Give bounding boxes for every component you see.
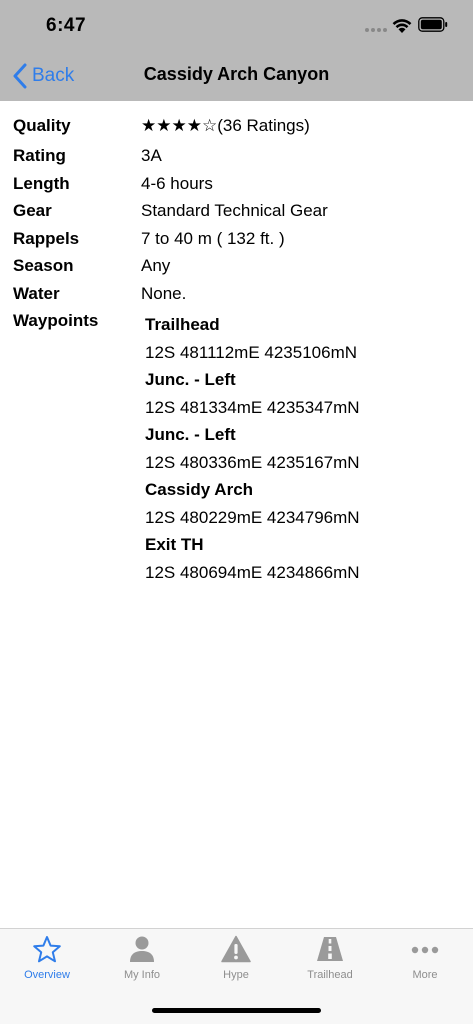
star-icon bbox=[33, 936, 61, 963]
tab-label: Overview bbox=[24, 969, 70, 981]
waypoint-coordinates: 12S 480336mE 4235167mN bbox=[145, 452, 360, 472]
tab-label: Trailhead bbox=[307, 969, 353, 981]
waypoint-name: Exit TH bbox=[145, 535, 204, 554]
detail-label: Quality bbox=[13, 116, 71, 135]
tab-label: Hype bbox=[223, 969, 249, 981]
tab-label: My Info bbox=[123, 969, 161, 981]
detail-row-gear: Gear Standard Technical Gear bbox=[0, 198, 473, 224]
detail-label: Rating bbox=[13, 146, 66, 165]
waypoint-name: Cassidy Arch bbox=[145, 480, 254, 499]
home-indicator bbox=[152, 1008, 321, 1013]
waypoint-list: Trailhead 12S 481112mE 4235106mN Junc. -… bbox=[145, 311, 465, 586]
waypoint-coordinates: 12S 480694mE 4234866mN bbox=[145, 562, 360, 582]
tab-more[interactable]: More bbox=[378, 935, 472, 991]
detail-row-quality: Quality ★★★★☆(36 Ratings) bbox=[0, 113, 473, 139]
waypoint-item: Trailhead 12S 481112mE 4235106mN bbox=[145, 311, 465, 366]
status-bar: 6:47 bbox=[0, 0, 473, 50]
waypoint-name: Junc. - Left bbox=[145, 370, 236, 389]
page-title: Cassidy Arch Canyon bbox=[143, 64, 330, 84]
navigation-bar: Back Cassidy Arch Canyon bbox=[0, 50, 473, 101]
tab-label: More bbox=[412, 969, 438, 981]
more-icon bbox=[411, 946, 439, 954]
header: 6:47 Back Cassidy Arch Canyon bbox=[0, 0, 473, 101]
detail-label: Gear bbox=[13, 201, 52, 220]
waypoint-item: Junc. - Left 12S 480336mE 4235167mN bbox=[145, 421, 465, 476]
detail-row-length: Length 4-6 hours bbox=[0, 171, 473, 197]
waypoint-coordinates: 12S 481334mE 4235347mN bbox=[145, 397, 360, 417]
waypoint-coordinates: 12S 481112mE 4235106mN bbox=[145, 342, 358, 362]
cellular-signal-icon bbox=[365, 28, 387, 32]
detail-label: Water bbox=[13, 284, 60, 303]
tab-hype[interactable]: Hype bbox=[189, 935, 283, 991]
detail-row-season: Season Any bbox=[0, 253, 473, 279]
waypoint-item: Cassidy Arch 12S 480229mE 4234796mN bbox=[145, 476, 465, 531]
tab-my-info[interactable]: My Info bbox=[95, 935, 189, 991]
detail-value: 7 to 40 m ( 132 ft. ) bbox=[141, 229, 285, 248]
detail-value: Any bbox=[141, 256, 171, 275]
waypoint-item: Exit TH 12S 480694mE 4234866mN bbox=[145, 531, 465, 586]
detail-value: 3A bbox=[141, 146, 162, 165]
tab-trailhead[interactable]: Trailhead bbox=[283, 935, 377, 991]
battery-icon bbox=[418, 17, 448, 32]
detail-label: Season bbox=[13, 256, 74, 275]
tab-overview[interactable]: Overview bbox=[0, 935, 94, 991]
detail-row-rappels: Rappels 7 to 40 m ( 132 ft. ) bbox=[0, 226, 473, 252]
waypoint-name: Trailhead bbox=[145, 315, 220, 334]
detail-label: Waypoints bbox=[13, 311, 99, 330]
quality-rating-value: ★★★★☆(36 Ratings) bbox=[141, 116, 310, 135]
detail-value: None. bbox=[141, 284, 187, 303]
wifi-icon bbox=[392, 19, 412, 33]
waypoint-name: Junc. - Left bbox=[145, 425, 236, 444]
detail-label: Length bbox=[13, 174, 70, 193]
detail-label: Rappels bbox=[13, 229, 80, 248]
detail-row-water: Water None. bbox=[0, 281, 473, 307]
detail-value: 4-6 hours bbox=[141, 174, 213, 193]
road-icon bbox=[317, 937, 343, 961]
waypoint-item: Junc. - Left 12S 481334mE 4235347mN bbox=[145, 366, 465, 421]
status-time: 6:47 bbox=[46, 15, 87, 36]
detail-row-rating: Rating 3A bbox=[0, 143, 473, 169]
detail-value: Standard Technical Gear bbox=[141, 201, 328, 220]
waypoint-coordinates: 12S 480229mE 4234796mN bbox=[145, 507, 360, 527]
warning-icon bbox=[221, 935, 251, 963]
person-icon bbox=[130, 936, 154, 962]
